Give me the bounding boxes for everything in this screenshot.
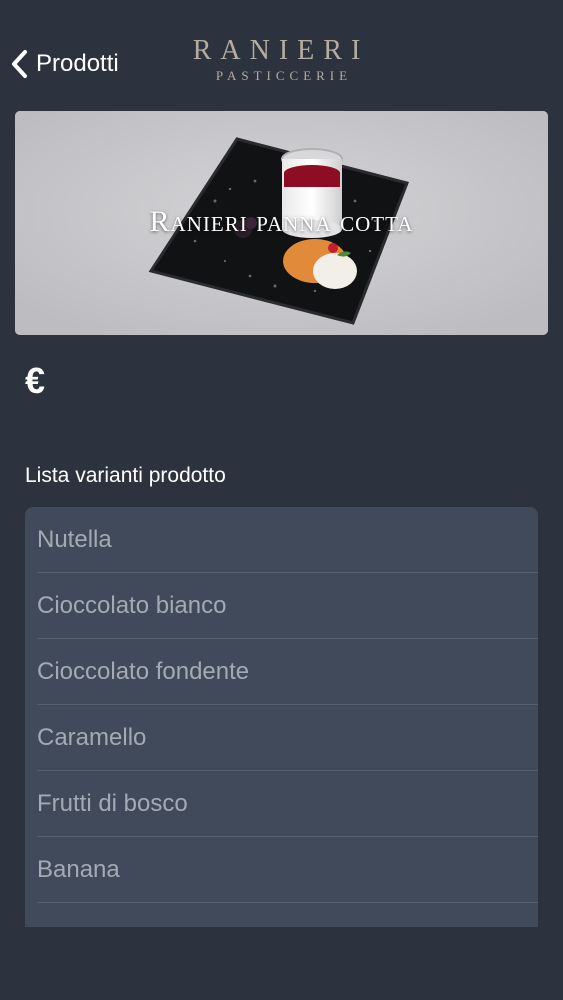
- brand-subtitle: PASTICCERIE: [215, 68, 353, 83]
- list-item[interactable]: Cioccolato bianco: [25, 573, 538, 639]
- product-price: €: [25, 360, 46, 401]
- product-title: Ranieri panna cotta: [149, 205, 414, 238]
- list-item[interactable]: Cioccolato fondente: [25, 639, 538, 705]
- list-item[interactable]: Banana: [25, 837, 538, 903]
- product-detail-screen: Prodotti RANIERI PASTICCERIE Ranieri pan…: [0, 0, 563, 1000]
- brand-name: RANIERI: [192, 35, 370, 66]
- back-button[interactable]: Prodotti: [10, 44, 119, 84]
- list-item[interactable]: Frutti di bosco: [25, 771, 538, 837]
- list-item[interactable]: Caramello: [25, 705, 538, 771]
- navigation-bar: Prodotti RANIERI PASTICCERIE: [0, 0, 563, 100]
- chevron-left-icon: [12, 50, 27, 78]
- back-button-label: Prodotti: [36, 50, 119, 77]
- product-hero-image: Ranieri panna cotta: [15, 111, 548, 335]
- list-item[interactable]: [25, 903, 538, 927]
- brand-logo: RANIERI PASTICCERIE: [130, 34, 432, 84]
- variants-section-title: Lista varianti prodotto: [25, 464, 226, 487]
- variants-list: Nutella Cioccolato bianco Cioccolato fon…: [25, 507, 538, 927]
- list-item[interactable]: Nutella: [25, 507, 538, 573]
